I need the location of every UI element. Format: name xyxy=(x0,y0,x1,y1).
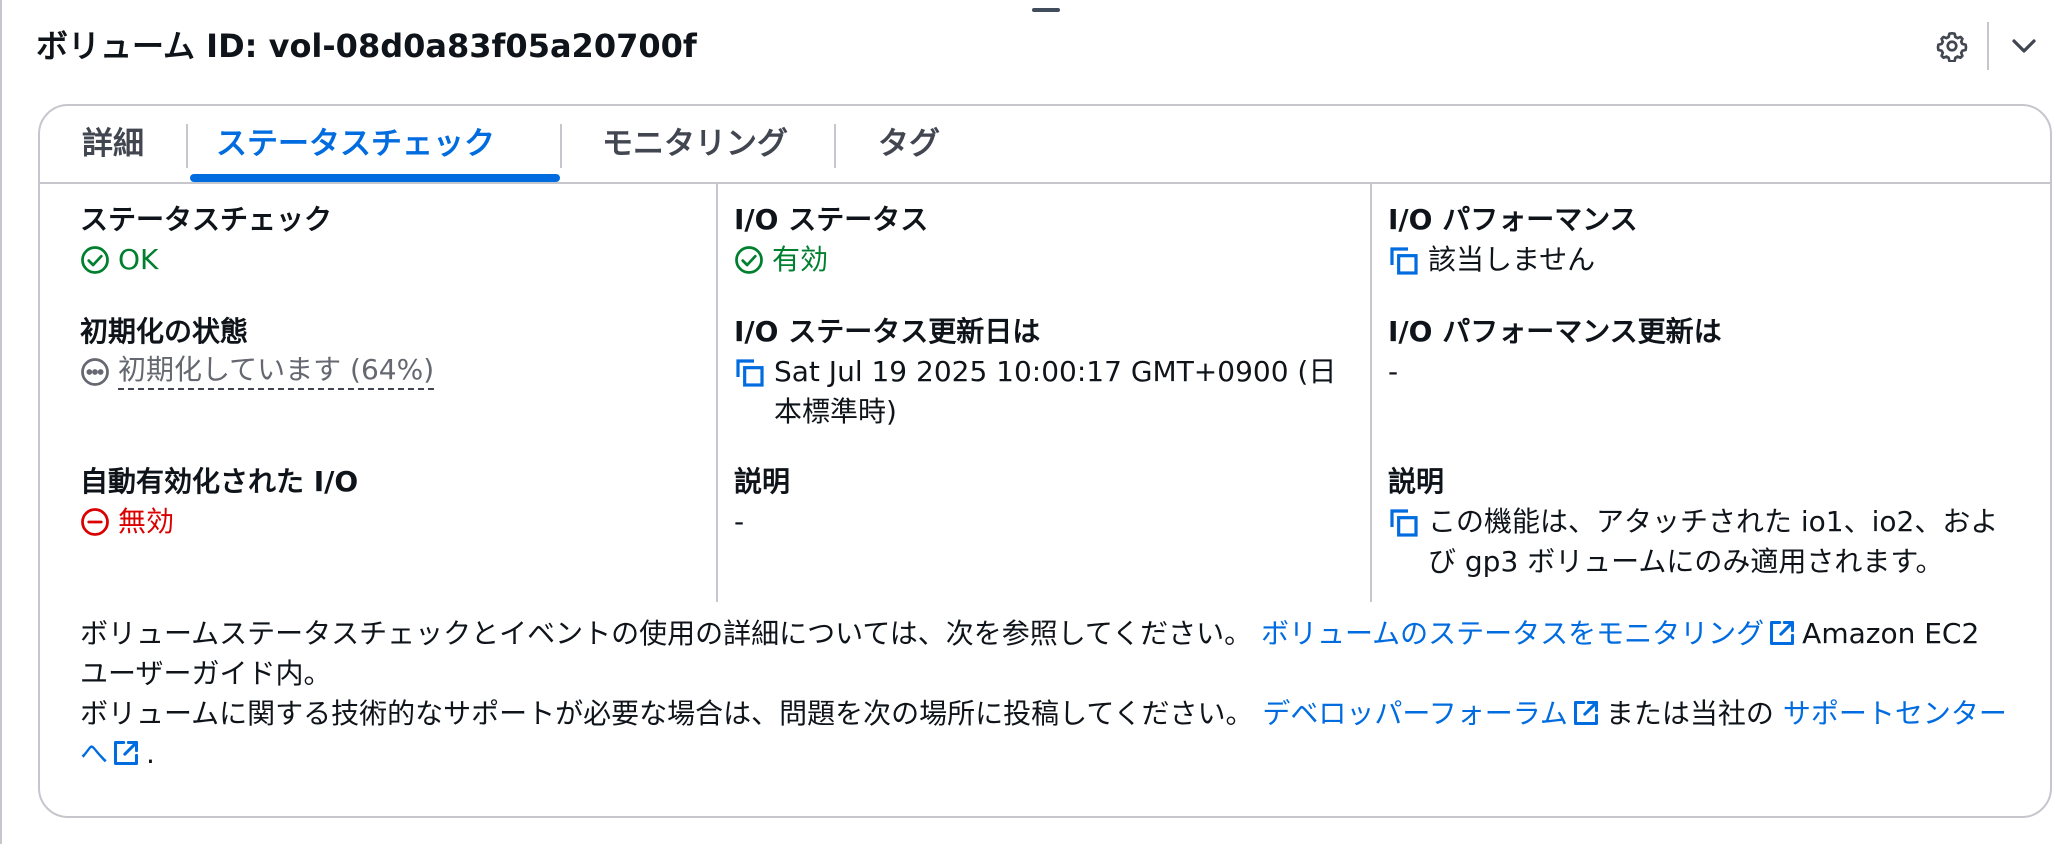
perf-description-label: 説明 xyxy=(1388,465,1445,498)
init-state-label: 初期化の状態 xyxy=(80,315,249,348)
help-line-2: ボリュームに関する技術的なサポートが必要な場合は、問題を次の場所に投稿してくださ… xyxy=(80,694,2010,774)
perf-updated-field: I/O パフォーマンス更新は - xyxy=(1388,312,2008,392)
minus-circle-icon xyxy=(80,507,110,537)
help-line-2-mid: または当社の xyxy=(1605,697,1774,730)
developer-forum-link[interactable]: デベロッパーフォーラム xyxy=(1262,697,1567,730)
status-check-label: ステータスチェック xyxy=(80,203,333,236)
io-description-label: 説明 xyxy=(734,465,791,498)
status-check-field: ステータスチェック OK xyxy=(80,200,700,280)
monitor-volume-status-link[interactable]: ボリュームのステータスをモニタリング xyxy=(1261,617,1764,650)
io-status-updated-label: I/O ステータス更新日は xyxy=(734,315,1041,348)
help-line-1-text: ボリュームステータスチェックとイベントの使用の詳細については、次を参照してくださ… xyxy=(80,617,1253,650)
status-check-container: 詳細 ステータスチェック モニタリング タグ ステータスチェック OK 初期化の… xyxy=(38,104,2052,818)
copy-icon[interactable] xyxy=(734,357,766,389)
settings-button[interactable] xyxy=(1932,26,1972,66)
auto-io-label: 自動有効化された I/O xyxy=(80,465,359,498)
perf-description-value: この機能は、アタッチされた io1、io2、および gp3 ボリュームにのみ適用… xyxy=(1388,502,2008,582)
tab-divider xyxy=(186,124,188,168)
page-title: ボリューム ID: vol-08d0a83f05a20700f xyxy=(36,27,697,65)
tab-divider xyxy=(834,124,836,168)
help-line-2-end: . xyxy=(146,737,155,770)
perf-updated-value: - xyxy=(1388,355,1399,388)
io-performance-value: 該当しません xyxy=(1388,240,2008,280)
copy-icon[interactable] xyxy=(1388,507,1420,539)
help-text: ボリュームステータスチェックとイベントの使用の詳細については、次を参照してくださ… xyxy=(80,614,2010,774)
column-divider xyxy=(716,184,718,602)
header-divider xyxy=(1987,22,1989,70)
io-description-value: - xyxy=(734,505,745,538)
io-performance-text: 該当しません xyxy=(1428,243,1596,276)
copy-icon[interactable] xyxy=(1388,245,1420,277)
active-tab-indicator xyxy=(190,174,560,182)
chevron-down-icon xyxy=(2012,39,2036,53)
check-circle-icon xyxy=(734,245,764,275)
collapse-button[interactable] xyxy=(2004,26,2044,66)
io-status-updated-field: I/O ステータス更新日は Sat Jul 19 2025 10:00:17 G… xyxy=(734,312,1354,432)
io-performance-field: I/O パフォーマンス 該当しません xyxy=(1388,200,2008,280)
tab-tags[interactable]: タグ xyxy=(878,124,940,184)
volume-details-panel: ボリューム ID: vol-08d0a83f05a20700f 詳細 ステータス… xyxy=(0,0,2060,844)
io-status-updated-text: Sat Jul 19 2025 10:00:17 GMT+0900 (日本標準時… xyxy=(774,355,1337,428)
status-check-value: OK xyxy=(80,240,700,280)
gear-icon xyxy=(1936,32,1968,62)
external-link-icon xyxy=(113,740,139,766)
help-line-1: ボリュームステータスチェックとイベントの使用の詳細については、次を参照してくださ… xyxy=(80,614,2010,694)
io-status-text: 有効 xyxy=(772,243,829,276)
io-description-field: 説明 - xyxy=(734,462,1354,542)
external-link-icon xyxy=(1573,700,1598,726)
perf-description-field: 説明 この機能は、アタッチされた io1、io2、および gp3 ボリュームにの… xyxy=(1388,462,2008,582)
help-line-2-text: ボリュームに関する技術的なサポートが必要な場合は、問題を次の場所に投稿してくださ… xyxy=(80,697,1254,730)
io-status-label: I/O ステータス xyxy=(734,203,929,236)
io-status-field: I/O ステータス 有効 xyxy=(734,200,1354,280)
external-link-icon xyxy=(1770,620,1795,646)
auto-io-text: 無効 xyxy=(118,505,175,538)
init-state-value[interactable]: 初期化しています (64%) xyxy=(80,352,700,390)
status-check-text: OK xyxy=(118,243,159,276)
column-divider xyxy=(1370,184,1372,602)
init-state-field: 初期化の状態 初期化しています (64%) xyxy=(80,312,700,390)
perf-updated-label: I/O パフォーマンス更新は xyxy=(1388,315,1722,348)
auto-io-field: 自動有効化された I/O 無効 xyxy=(80,462,700,542)
tab-bar: 詳細 ステータスチェック モニタリング タグ xyxy=(40,106,2050,184)
io-status-value: 有効 xyxy=(734,240,1354,280)
io-performance-label: I/O パフォーマンス xyxy=(1388,203,1638,236)
tab-details[interactable]: 詳細 xyxy=(82,124,144,184)
auto-io-value: 無効 xyxy=(80,502,700,542)
io-status-updated-value: Sat Jul 19 2025 10:00:17 GMT+0900 (日本標準時… xyxy=(734,352,1354,432)
init-state-text: 初期化しています (64%) xyxy=(118,352,435,390)
check-circle-icon xyxy=(80,245,110,275)
tab-divider xyxy=(560,124,562,168)
resize-handle[interactable] xyxy=(1032,8,1060,12)
tab-monitoring[interactable]: モニタリング xyxy=(602,124,788,184)
perf-description-text: この機能は、アタッチされた io1、io2、および gp3 ボリュームにのみ適用… xyxy=(1428,505,1999,578)
ellipsis-circle-icon xyxy=(80,357,110,387)
